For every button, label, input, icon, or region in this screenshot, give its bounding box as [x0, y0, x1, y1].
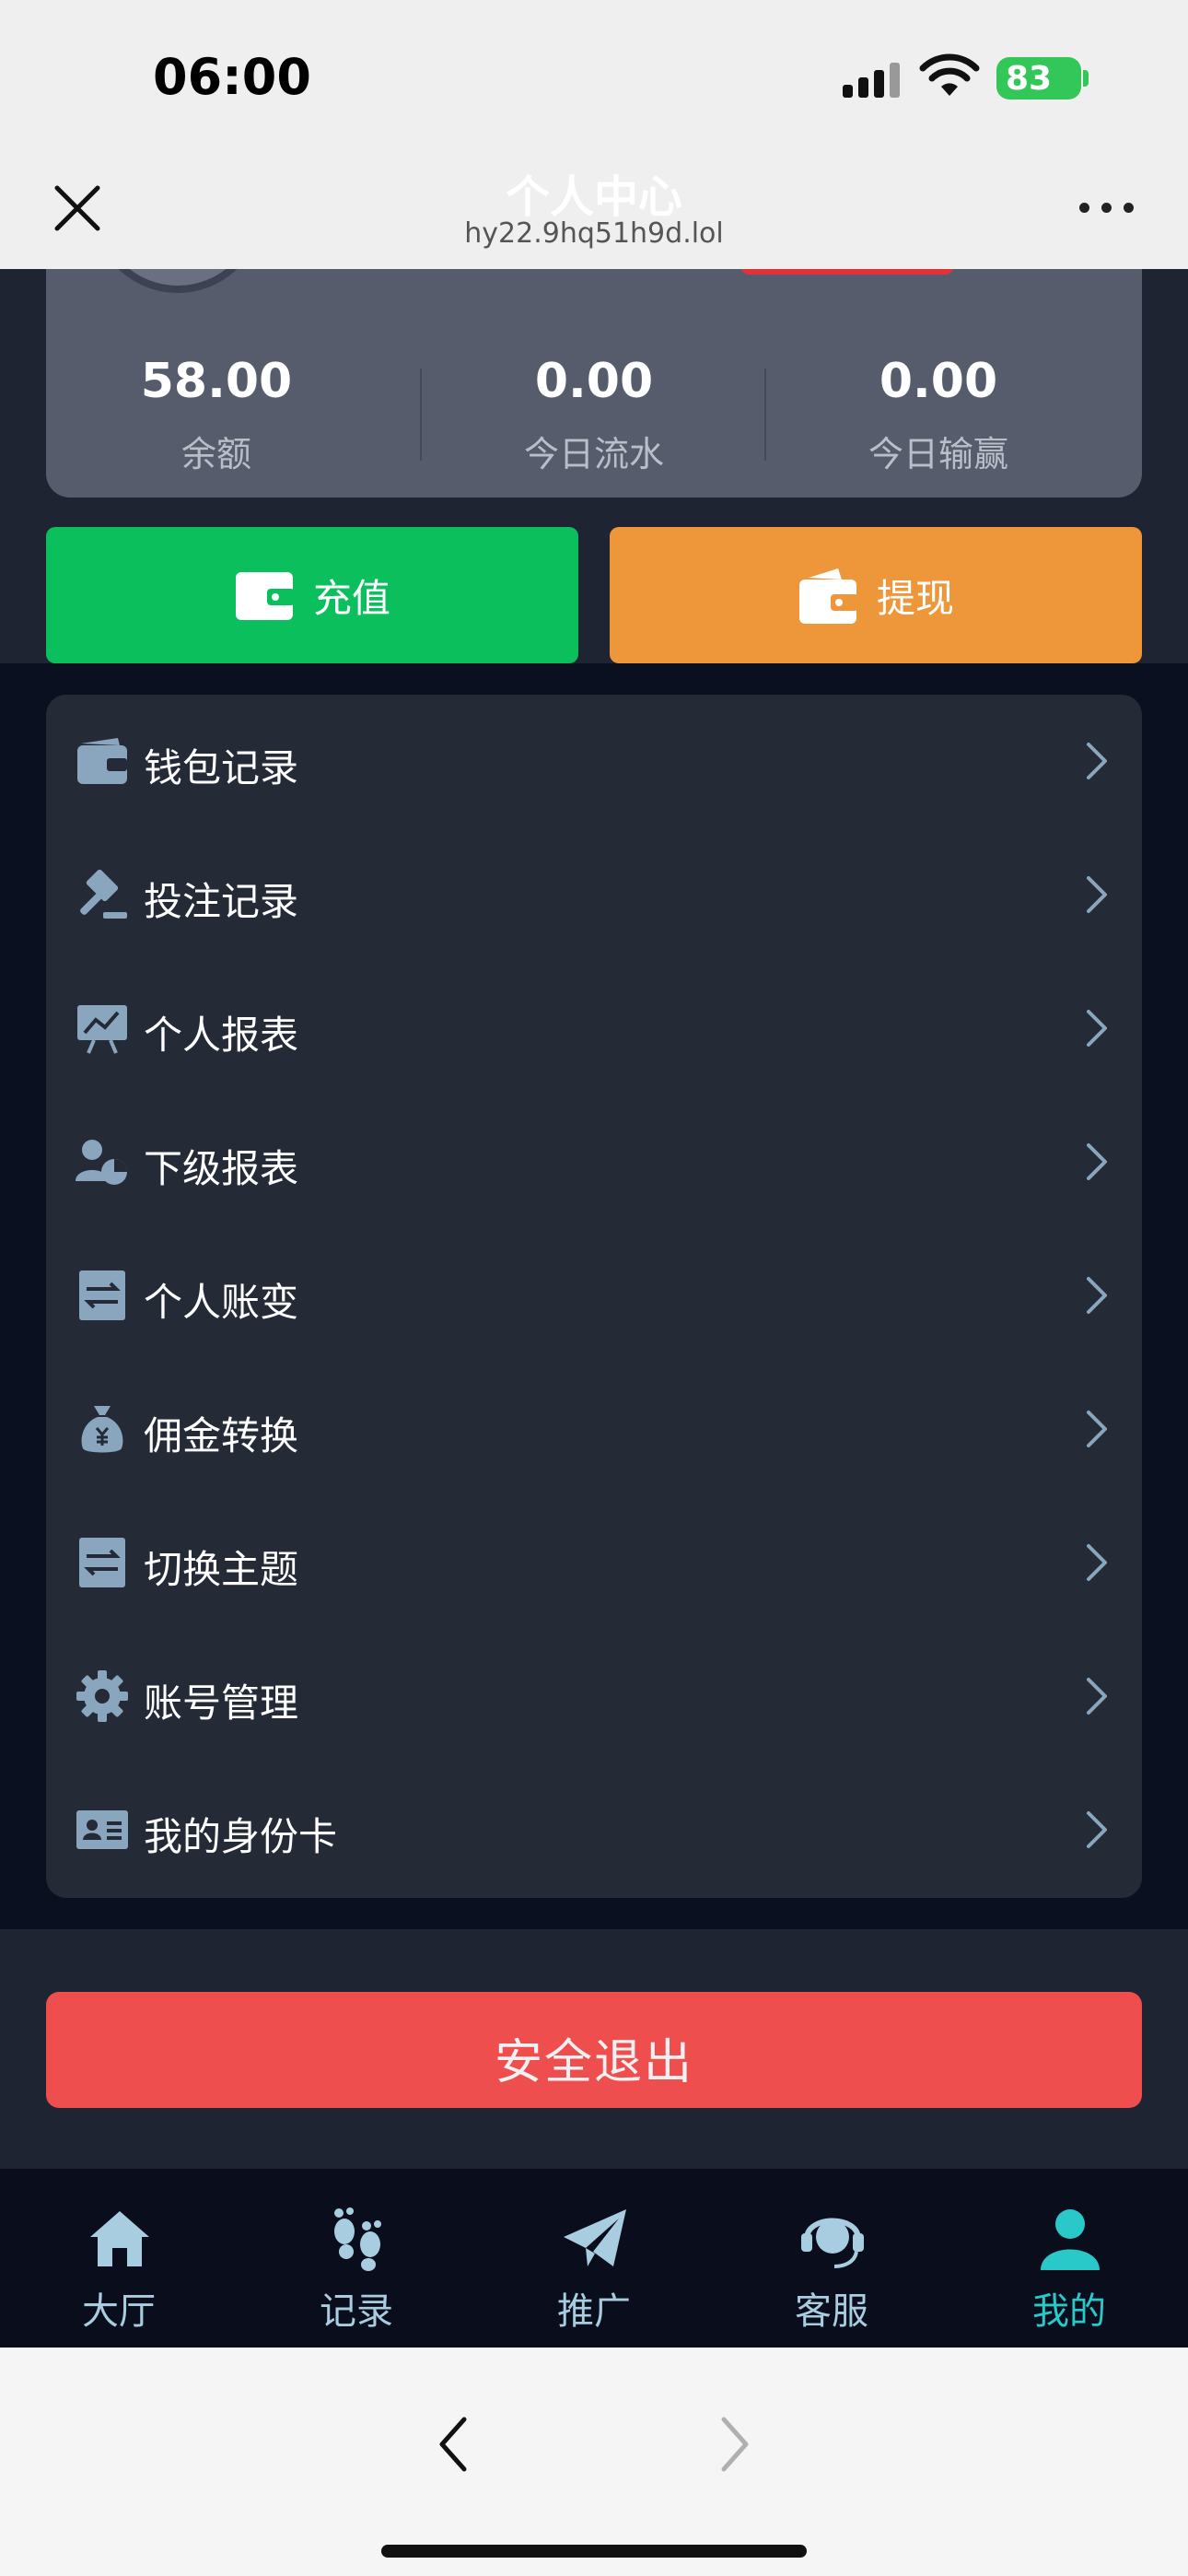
forward-icon[interactable]: [716, 2412, 753, 2476]
page-title: 个人中心: [505, 171, 682, 223]
menu-item-switch-theme[interactable]: 切换主题: [46, 1496, 1142, 1630]
tab-label: 大厅: [82, 2290, 156, 2333]
tab-label: 推广: [557, 2290, 631, 2333]
chevron-right-icon: [1087, 1811, 1107, 1848]
tab-label: 记录: [320, 2290, 393, 2333]
signal-icon: [843, 61, 902, 98]
logout-button[interactable]: 安全退出: [46, 1992, 1142, 2108]
wallet-icon: [235, 572, 295, 620]
tab-lobby[interactable]: 大厅: [0, 2169, 238, 2348]
tab-records[interactable]: 记录: [238, 2169, 475, 2348]
recharge-label: 充值: [312, 575, 390, 621]
chevron-right-icon: [1087, 1143, 1107, 1180]
chevron-right-icon: [1087, 743, 1107, 779]
headset-icon: [801, 2218, 864, 2268]
status-time: 06:00: [153, 48, 311, 106]
menu-item-commission-convert[interactable]: 佣金转换: [46, 1363, 1142, 1496]
recharge-button[interactable]: 充值: [46, 527, 578, 663]
wifi-icon: [919, 53, 980, 96]
stat-divider: [420, 369, 422, 461]
balance-label: 余额: [181, 434, 251, 474]
withdraw-button[interactable]: 提现: [610, 527, 1142, 663]
transfer-receipt-icon: [79, 1270, 125, 1320]
browser-toolbar: [0, 2348, 1188, 2576]
menu-label: 个人账变: [144, 1280, 299, 1325]
menu-item-account-management[interactable]: 账号管理: [46, 1630, 1142, 1763]
switch-receipt-icon: [79, 1538, 125, 1587]
battery-level: 83: [1006, 60, 1053, 98]
menu-item-personal-report[interactable]: 个人报表: [46, 962, 1142, 1095]
turnover-stat: 0.00 今日流水: [424, 354, 764, 476]
menu-item-bet-records[interactable]: 投注记录: [46, 828, 1142, 962]
home-indicator: [381, 2545, 807, 2558]
footprints-icon: [334, 2207, 381, 2271]
id-card-icon: [76, 1810, 128, 1849]
logout-label: 安全退出: [494, 2035, 693, 2090]
tab-promote[interactable]: 推广: [475, 2169, 713, 2348]
wallet-icon: [798, 568, 858, 624]
menu-label: 切换主题: [144, 1547, 299, 1592]
battery-icon: 83: [996, 57, 1089, 100]
tab-mine[interactable]: 我的: [950, 2169, 1188, 2348]
win-loss-label: 今日输赢: [868, 434, 1008, 474]
menu-item-subordinate-report[interactable]: 下级报表: [46, 1095, 1142, 1229]
gavel-icon: [80, 869, 127, 919]
turnover-label: 今日流水: [523, 434, 664, 474]
menu-label: 投注记录: [144, 879, 299, 924]
tab-customer-service[interactable]: 客服: [713, 2169, 950, 2348]
chevron-right-icon: [1087, 876, 1107, 913]
more-menu-icon[interactable]: [1079, 199, 1138, 217]
chart-board-icon: [77, 1005, 127, 1054]
tab-label: 我的: [1032, 2290, 1106, 2333]
avatar[interactable]: [92, 269, 263, 293]
paper-plane-icon: [564, 2209, 626, 2266]
chevron-right-icon: [1087, 1277, 1107, 1314]
menu-item-my-id-card[interactable]: 我的身份卡: [46, 1763, 1142, 1897]
menu-item-account-changes[interactable]: 个人账变: [46, 1229, 1142, 1363]
balance-stat: 58.00 余额: [46, 354, 387, 476]
menu-label: 账号管理: [144, 1680, 299, 1726]
menu-label: 钱包记录: [144, 745, 299, 790]
home-icon: [90, 2211, 149, 2266]
bottom-tab-bar: 大厅 记录 推广 客服 我的: [0, 2169, 1188, 2348]
stat-divider: [764, 369, 766, 461]
withdraw-label: 提现: [876, 575, 954, 621]
menu-label: 佣金转换: [144, 1413, 299, 1458]
chevron-right-icon: [1087, 1544, 1107, 1581]
turnover-value: 0.00: [534, 354, 654, 409]
vip-badge: [741, 269, 953, 275]
win-loss-stat: 0.00 今日输赢: [768, 354, 1109, 476]
back-icon[interactable]: [435, 2412, 472, 2476]
gear-icon: [76, 1670, 128, 1722]
wallet-icon: [77, 738, 127, 784]
balance-value: 58.00: [140, 354, 293, 409]
money-bag-icon: [81, 1406, 123, 1453]
chevron-right-icon: [1087, 1010, 1107, 1047]
user-chart-icon: [76, 1140, 127, 1185]
menu-item-wallet-records[interactable]: 钱包记录: [46, 695, 1142, 828]
menu-list: 钱包记录 投注记录 个人报表 下级报表 个人账变 佣金转换 切换主题 账号管理 …: [46, 695, 1142, 1898]
menu-label: 个人报表: [144, 1013, 299, 1058]
status-bar: 06:00 83: [0, 0, 1188, 147]
menu-label: 下级报表: [144, 1146, 299, 1191]
menu-label: 我的身份卡: [144, 1814, 338, 1859]
tab-label: 客服: [795, 2290, 868, 2333]
chevron-right-icon: [1087, 1678, 1107, 1715]
profile-card: 58.00 余额 0.00 今日流水 0.00 今日输赢: [46, 269, 1142, 498]
chevron-right-icon: [1087, 1411, 1107, 1447]
page-url: hy22.9hq51h9d.lol: [464, 217, 724, 250]
user-icon: [1041, 2209, 1100, 2270]
win-loss-value: 0.00: [879, 354, 998, 409]
